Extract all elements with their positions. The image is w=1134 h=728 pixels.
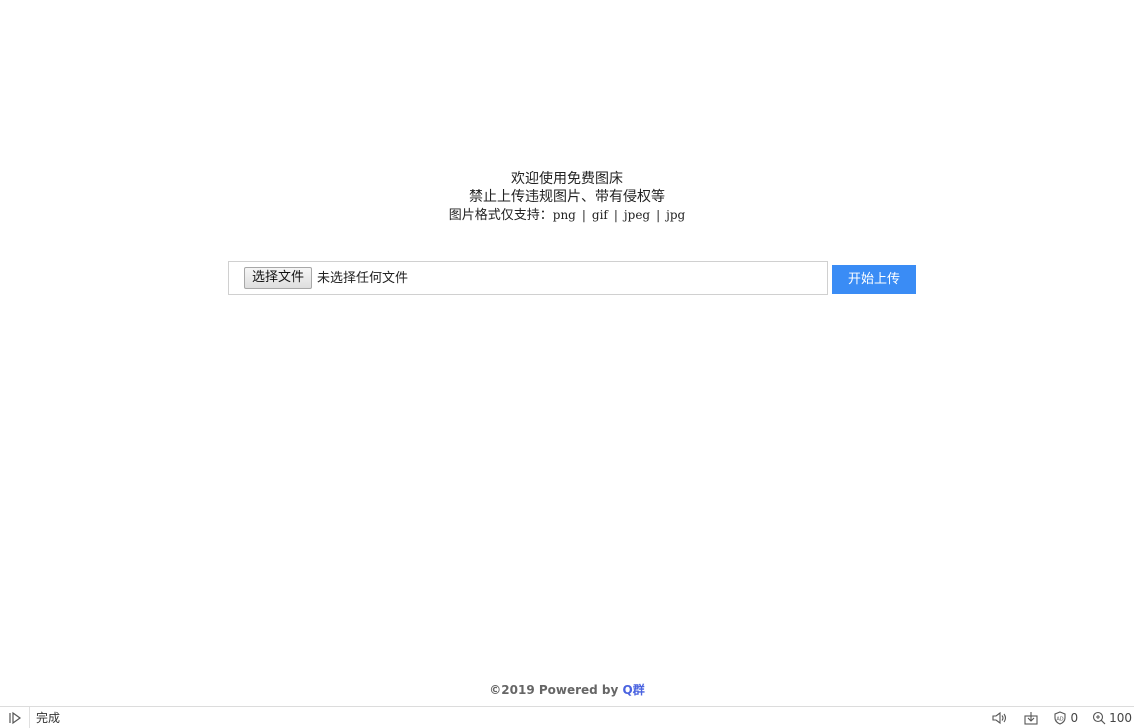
- choose-file-button[interactable]: 选择文件: [244, 267, 313, 289]
- download-icon[interactable]: [1023, 711, 1039, 725]
- footer: ©2019 Powered by Q群: [0, 682, 1134, 698]
- format-gif: gif: [591, 208, 608, 222]
- format-jpg: jpg: [666, 208, 686, 222]
- format-separator: |: [581, 208, 586, 222]
- format-png: png: [552, 208, 576, 222]
- footer-copyright: ©2019 Powered by: [489, 683, 623, 697]
- format-separator: |: [613, 208, 618, 222]
- file-input-box[interactable]: 选择文件 未选择任何文件: [228, 261, 828, 295]
- formats-label: 图片格式仅支持：: [448, 208, 553, 223]
- rules-line: 禁止上传违规图片、带有侵权等: [469, 189, 665, 205]
- intro-text: 欢迎使用免费图床 禁止上传违规图片、带有侵权等 图片格式仅支持：png | gif |…: [0, 170, 1134, 225]
- formats-line: 图片格式仅支持：png | gif | jpeg | jpg: [0, 206, 1134, 225]
- status-bar-right: AD 0 100: [977, 707, 1134, 728]
- adblock-count: 0: [1070, 710, 1079, 725]
- format-jpeg: jpeg: [623, 208, 651, 222]
- footer-brand-link[interactable]: Q群: [623, 683, 645, 697]
- zoom-level: 100: [1109, 710, 1132, 725]
- sidebar-toggle-icon[interactable]: [0, 707, 30, 728]
- start-upload-button[interactable]: 开始上传: [832, 265, 916, 294]
- format-separator: |: [656, 208, 661, 222]
- upload-form: 选择文件 未选择任何文件 开始上传: [228, 261, 918, 295]
- zoom-icon[interactable]: 100: [1092, 711, 1132, 725]
- page: 欢迎使用免费图床 禁止上传违规图片、带有侵权等 图片格式仅支持：png | gif |…: [0, 0, 1134, 728]
- svg-text:AD: AD: [1057, 716, 1064, 722]
- welcome-line: 欢迎使用免费图床: [511, 171, 623, 187]
- browser-status-bar: 完成 AD 0 100: [0, 706, 1134, 728]
- file-status-text: 未选择任何文件: [317, 271, 409, 286]
- status-text: 完成: [36, 711, 61, 725]
- volume-icon[interactable]: [991, 711, 1009, 725]
- status-bar-left: 完成: [0, 707, 60, 728]
- adblock-shield-icon[interactable]: AD 0: [1053, 711, 1078, 725]
